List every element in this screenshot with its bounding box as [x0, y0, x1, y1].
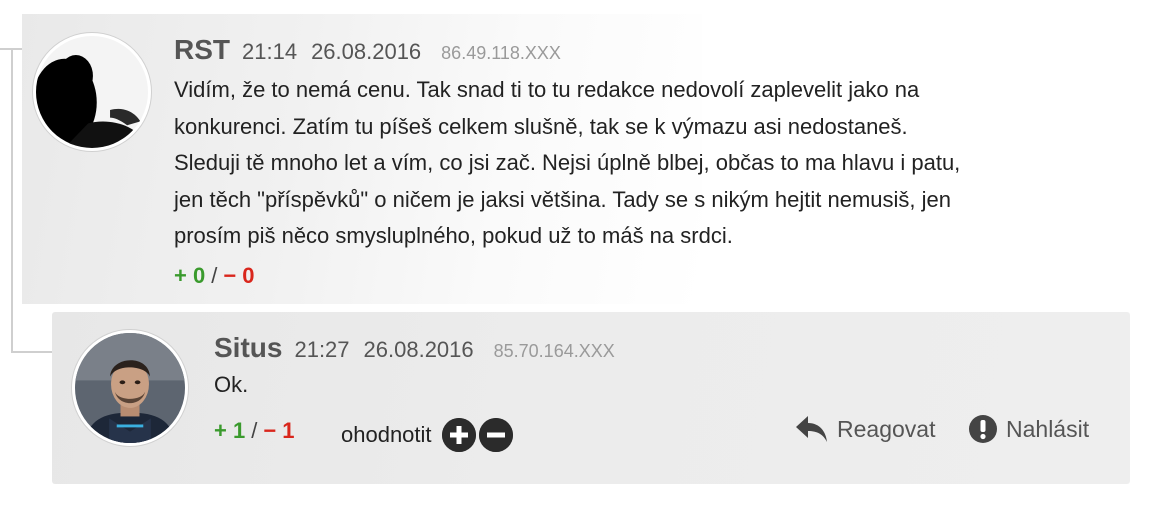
thread-connector-vertical: [11, 48, 13, 353]
avatar-situs[interactable]: [72, 330, 188, 446]
comment-text-line: prosím piš něco smysluplného, pokud už t…: [174, 223, 733, 248]
vote-plus-count: + 1: [214, 418, 246, 443]
comment-meta: RST 21:14 26.08.2016 86.49.118.XXX: [174, 34, 561, 66]
vote-plus-count: + 0: [174, 263, 206, 288]
vote-minus-count: − 1: [263, 418, 295, 443]
comment-time: 21:14: [242, 39, 298, 64]
user-photo-silhouette-icon: [36, 36, 148, 148]
comment-text-line: jen těch "příspěvků" o ničem je jaksi vě…: [174, 186, 952, 212]
user-photo-portrait-icon: [75, 333, 185, 443]
comment-meta: Situs 21:27 26.08.2016 85.70.164.XXX: [214, 332, 615, 364]
rate-controls: ohodnotit: [341, 418, 516, 452]
avatar-rst[interactable]: [33, 33, 151, 151]
comment-date: 26.08.2016: [311, 39, 422, 64]
author-name[interactable]: Situs: [214, 332, 282, 364]
comment-body: Vidím, že to nemá cenu. Tak snad ti to t…: [174, 72, 1134, 255]
comment-date: 26.08.2016: [363, 337, 474, 362]
comment-text-line: konkurenci. Zatím tu píšeš celkem slušně…: [174, 113, 908, 139]
vote-separator: /: [211, 263, 218, 288]
vote-minus-count: − 0: [223, 263, 255, 288]
thread-connector-horizontal: [11, 351, 53, 353]
author-name[interactable]: RST: [174, 34, 230, 66]
vote-score: + 0/− 0: [174, 263, 255, 289]
reply-arrow-icon: [796, 416, 827, 442]
comment-time: 21:27: [294, 337, 350, 362]
vote-separator: /: [251, 418, 258, 443]
report-button[interactable]: Nahlásit: [968, 414, 1089, 444]
plus-circle-icon[interactable]: [441, 418, 476, 452]
comment-body: Ok.: [214, 372, 249, 397]
vote-score: + 1/− 1: [214, 418, 295, 444]
report-label: Nahlásit: [1006, 415, 1090, 442]
minus-circle-icon[interactable]: [478, 418, 513, 452]
comment-text-line: Sleduji tě mnoho let a vím, co jsi zač. …: [174, 150, 961, 175]
reply-button[interactable]: Reagovat: [795, 414, 935, 444]
comment-text-line: Vidím, že to nemá cenu. Tak snad ti to t…: [174, 77, 920, 102]
exclamation-circle-icon: [969, 415, 997, 443]
comment-ip: 85.70.164.XXX: [493, 341, 615, 361]
comment-ip: 86.49.118.XXX: [441, 43, 561, 63]
reply-label: Reagovat: [837, 415, 936, 442]
rate-label: ohodnotit: [341, 422, 432, 447]
